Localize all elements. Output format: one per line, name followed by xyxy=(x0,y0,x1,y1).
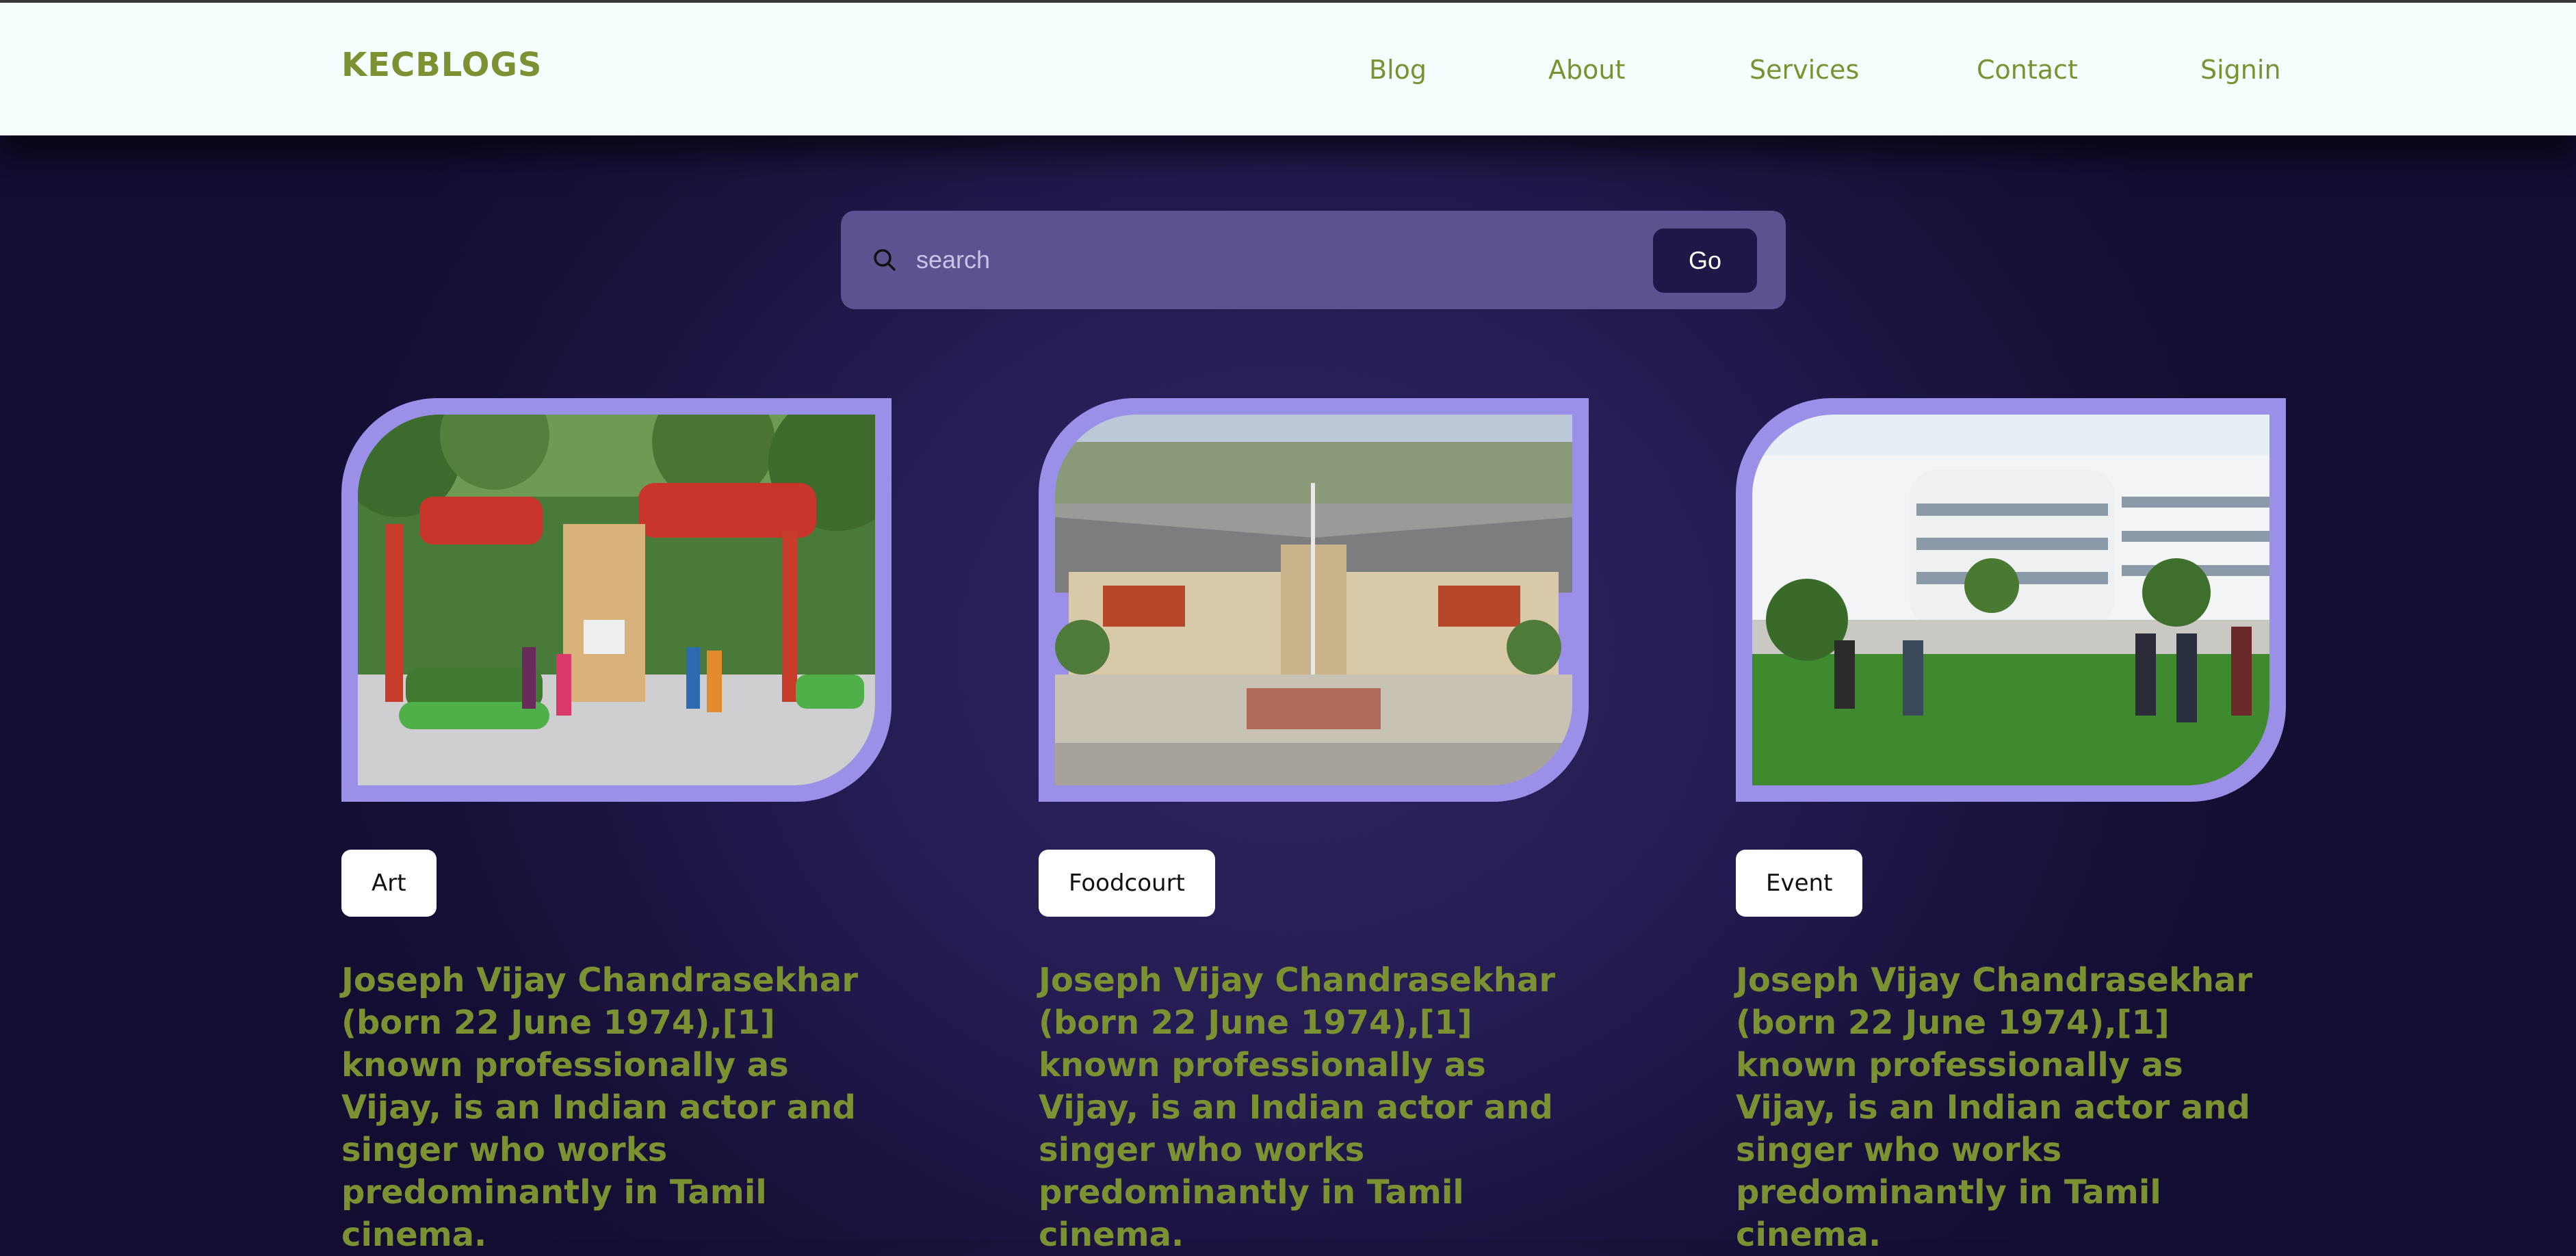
search-input[interactable] xyxy=(916,238,1600,282)
search-icon xyxy=(871,246,898,274)
card-image-frame xyxy=(1736,398,2286,802)
card-title[interactable]: Joseph Vijay Chandrasekhar (born 22 June… xyxy=(341,959,875,1256)
category-tag-art[interactable]: Art xyxy=(341,850,437,917)
card-image-frame xyxy=(1039,398,1589,802)
category-tag-foodcourt[interactable]: Foodcourt xyxy=(1039,850,1215,917)
card-title[interactable]: Joseph Vijay Chandrasekhar (born 22 June… xyxy=(1736,959,2269,1256)
go-button[interactable]: Go xyxy=(1653,228,1757,293)
category-tag-event[interactable]: Event xyxy=(1736,850,1863,917)
it-park-building-image[interactable] xyxy=(1752,415,2269,785)
search-bar: Go xyxy=(841,211,1786,309)
nav-about[interactable]: About xyxy=(1548,55,1625,85)
site-logo[interactable]: KECBLOGS xyxy=(341,46,542,84)
nav-contact[interactable]: Contact xyxy=(1977,55,2078,85)
card-title[interactable]: Joseph Vijay Chandrasekhar (born 22 June… xyxy=(1039,959,1572,1256)
college-building-aerial-image[interactable] xyxy=(1055,415,1572,785)
college-gate-image[interactable] xyxy=(358,415,875,785)
site-header: KECBLOGS Blog About Services Contact Sig… xyxy=(0,3,2576,135)
nav-blog[interactable]: Blog xyxy=(1369,55,1427,85)
card-image-frame xyxy=(341,398,892,802)
nav-services[interactable]: Services xyxy=(1749,55,1859,85)
nav-signin[interactable]: Signin xyxy=(2200,55,2281,85)
